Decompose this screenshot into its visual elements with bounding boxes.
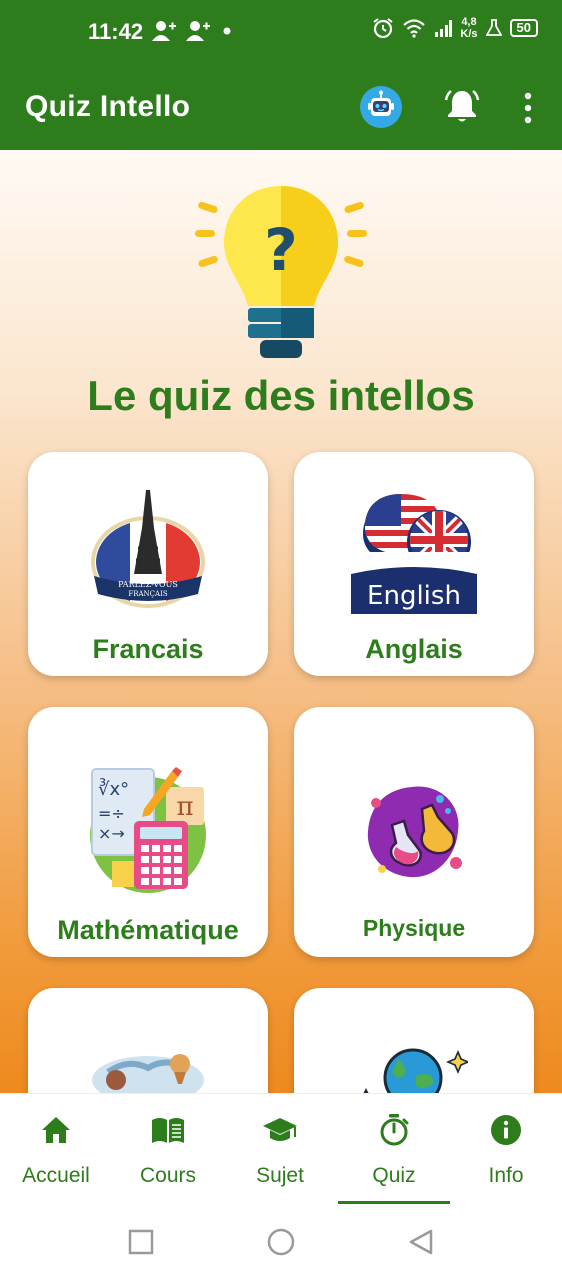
math-tools-icon: ∛x° =÷ ×→ π (90, 767, 206, 893)
status-bar: 11:42 4,8 K/s 50 (0, 0, 562, 64)
world-travel-icon (92, 1054, 204, 1093)
app-bar: Quiz Intello (0, 64, 562, 150)
card-label: Physique (362, 915, 466, 941)
nav-cours[interactable]: Cours (112, 1094, 224, 1206)
system-navigation (0, 1205, 562, 1280)
eiffel-badge-text-2: FRANÇAIS (128, 590, 167, 598)
card-francais[interactable]: PARLEZ-VOUS FRANÇAIS Francais (28, 452, 268, 676)
person-add-icon (152, 21, 176, 41)
net-speed-unit: K/s (460, 28, 478, 40)
bell-icon[interactable] (442, 86, 482, 126)
page-heading: Le quiz des intellos (87, 372, 475, 419)
eiffel-badge-text-1: PARLEZ-VOUS (118, 580, 178, 589)
bottom-navigation: Accueil Cours Sujet Quiz Info (0, 1093, 562, 1205)
lightbulb-icon: ? (195, 186, 367, 358)
card-label: Mathématique (57, 915, 239, 945)
stopwatch-icon (380, 1114, 409, 1146)
svg-text:=÷: =÷ (98, 804, 125, 823)
person-add-icon (186, 21, 210, 41)
pi-art-text: π (176, 792, 193, 822)
signal-icon (435, 20, 453, 37)
svg-text:?: ? (264, 216, 298, 284)
lab-flask-icon (367, 786, 462, 878)
nav-accueil[interactable]: Accueil (0, 1094, 112, 1206)
nav-quiz[interactable]: Quiz (338, 1094, 450, 1206)
nav-label: Quiz (372, 1164, 416, 1187)
graduation-cap-icon (263, 1118, 297, 1141)
home-icon (42, 1117, 70, 1143)
alarm-icon (373, 18, 394, 39)
book-icon (152, 1118, 184, 1143)
card-label: Anglais (365, 634, 463, 664)
nav-label: Info (488, 1164, 524, 1187)
nav-label: Sujet (256, 1164, 304, 1187)
nav-label: Cours (139, 1164, 197, 1187)
status-left-icons (152, 20, 234, 42)
net-speed-value: 4,8 (461, 16, 477, 28)
battery-indicator: 50 (509, 19, 538, 37)
flask-icon (485, 19, 502, 36)
app-title: Quiz Intello (25, 90, 191, 123)
english-art-text: English (367, 581, 461, 611)
card-physique[interactable]: Physique (294, 707, 534, 957)
card-label: Francais (92, 634, 204, 664)
main-content[interactable]: ? Le quiz des intellos PARLEZ-VOUS FRANÇ… (0, 150, 562, 1093)
status-right-icons: 4,8 K/s 50 (372, 16, 538, 40)
card-globe[interactable] (294, 988, 534, 1093)
recents-icon[interactable] (126, 1227, 156, 1257)
nav-selected-indicator (338, 1201, 450, 1204)
svg-text:∛x°: ∛x° (98, 778, 129, 800)
back-icon[interactable] (406, 1227, 436, 1257)
card-anglais[interactable]: English Anglais (294, 452, 534, 676)
svg-text:×→: ×→ (98, 824, 125, 843)
wifi-icon (403, 19, 426, 38)
card-world-travel[interactable] (28, 988, 268, 1093)
home-circle-icon[interactable] (266, 1227, 296, 1257)
more-vert-icon[interactable] (516, 90, 540, 126)
nav-label: Accueil (22, 1164, 90, 1187)
info-icon (491, 1115, 521, 1145)
robot-icon[interactable] (360, 86, 402, 128)
nav-info[interactable]: Info (450, 1094, 562, 1206)
eiffel-tower-icon: PARLEZ-VOUS FRANÇAIS (91, 490, 205, 608)
net-speed: 4,8 K/s (460, 16, 477, 40)
english-flags-icon: English (351, 494, 477, 614)
card-mathematique[interactable]: ∛x° =÷ ×→ π Mathématique (28, 707, 268, 957)
globe-icon (363, 1048, 468, 1093)
status-time: 11:42 (88, 19, 144, 44)
dot-icon (223, 27, 231, 35)
nav-sujet[interactable]: Sujet (224, 1094, 336, 1206)
